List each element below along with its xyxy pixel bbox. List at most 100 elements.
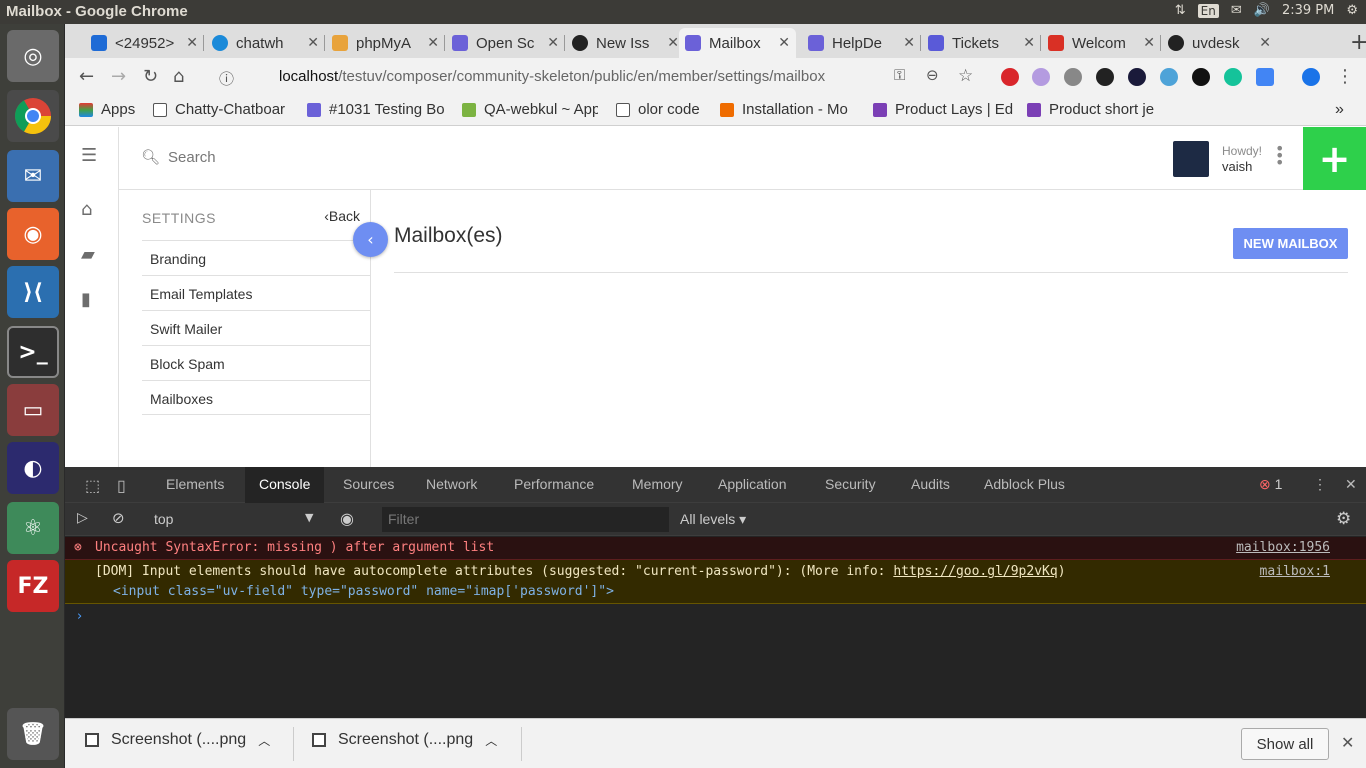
close-tab-icon[interactable]: ✕ (547, 34, 559, 51)
bookmark-item[interactable]: Installation - Mo (720, 101, 860, 118)
sync-extension-icon[interactable] (1064, 68, 1082, 86)
feather-extension-icon[interactable] (1032, 68, 1050, 86)
flame-extension-icon[interactable] (1192, 68, 1210, 86)
close-tab-icon[interactable]: ✕ (1259, 34, 1271, 51)
bookmark-item[interactable]: Product Lays | Ed (873, 101, 1013, 118)
settings-item-mailboxes[interactable]: Mailboxes (142, 380, 370, 415)
tickets-chat-icon[interactable]: ▰ (81, 244, 95, 265)
adblock-extension-icon[interactable] (1001, 68, 1019, 86)
browser-tab[interactable]: New Iss ✕ (566, 28, 685, 58)
tab-console[interactable]: Console (245, 467, 325, 503)
add-button[interactable]: + (1303, 127, 1366, 190)
atom-icon[interactable]: ⚛ (7, 502, 59, 554)
back-link[interactable]: ‹Back (324, 208, 360, 224)
eclipse-icon[interactable]: ◐ (7, 442, 59, 494)
reload-icon[interactable]: ↻ (143, 66, 158, 87)
home-icon[interactable]: ⌂ (173, 66, 184, 87)
bookmarks-overflow-icon[interactable]: » (1335, 101, 1344, 119)
trash-icon[interactable]: 🗑 (7, 708, 59, 760)
bookmark-item[interactable]: Chatty-Chatboar (153, 101, 291, 118)
collapse-panel-chevron-icon[interactable]: ‹ (353, 222, 388, 257)
vscode-icon[interactable]: ⟩⟨ (7, 266, 59, 318)
colorpick-extension-icon[interactable] (1096, 68, 1114, 86)
user-menu-icon[interactable]: • • • (1275, 141, 1284, 171)
files-icon[interactable]: ▭ (7, 384, 59, 436)
download-options-chevron-icon[interactable]: ︿ (485, 732, 497, 749)
eye-extension-icon[interactable] (1128, 68, 1146, 86)
context-dropdown-chevron-icon[interactable]: ▼ (305, 511, 313, 524)
tab-adblock-plus[interactable]: Adblock Plus (970, 467, 1079, 503)
tab-sources[interactable]: Sources (329, 467, 408, 503)
download-item[interactable]: Screenshot (....png ︿ (85, 731, 270, 749)
site-info-icon[interactable]: ⓘ (219, 68, 234, 89)
warning-help-link[interactable]: https://goo.gl/9p2vKq (893, 564, 1057, 579)
browser-tab-active[interactable]: Mailbox ✕ (679, 28, 796, 58)
close-tab-icon[interactable]: ✕ (778, 34, 790, 51)
knowledgebase-icon[interactable]: ▮ (81, 289, 91, 310)
device-toolbar-icon[interactable]: ▯ (103, 467, 140, 503)
tab-network[interactable]: Network (412, 467, 491, 503)
close-tab-icon[interactable]: ✕ (903, 34, 915, 51)
close-tab-icon[interactable]: ✕ (307, 34, 319, 51)
keyboard-indicator[interactable]: En (1197, 3, 1219, 18)
close-tab-icon[interactable]: ✕ (1023, 34, 1035, 51)
clear-console-icon[interactable]: ⊘ (112, 509, 125, 527)
terminal-icon[interactable]: >_ (7, 326, 59, 378)
warning-code-snippet[interactable]: <input class="uv-field" type="password" … (113, 584, 614, 599)
forward-arrow-icon[interactable]: → (111, 66, 126, 87)
bookmark-item[interactable]: #1031 Testing Bo (307, 101, 447, 118)
close-tab-icon[interactable]: ✕ (186, 34, 198, 51)
settings-gear-icon[interactable]: ⚙ (1346, 3, 1358, 18)
key-icon[interactable]: ⚿ (894, 66, 905, 84)
tab-security[interactable]: Security (811, 467, 890, 503)
settings-item-email-templates[interactable]: Email Templates (142, 275, 370, 310)
tab-performance[interactable]: Performance (500, 467, 608, 503)
settings-item-branding[interactable]: Branding (142, 240, 370, 275)
profile-avatar-icon[interactable] (1302, 68, 1320, 86)
warning-source-link[interactable]: mailbox:1 (1260, 564, 1330, 579)
browser-tab[interactable]: chatwh ✕ (206, 28, 325, 58)
clock[interactable]: 2:39 PM (1282, 3, 1334, 18)
console-settings-gear-icon[interactable]: ⚙ (1336, 509, 1351, 529)
bookmark-item[interactable]: Product short je (1027, 101, 1167, 118)
volume-icon[interactable]: 🔊 (1254, 3, 1270, 18)
ufo-extension-icon[interactable] (1160, 68, 1178, 86)
error-count-badge[interactable]: ⊗ 1 (1245, 467, 1296, 503)
address-bar[interactable]: localhost/testuv/composer/community-skel… (279, 68, 825, 85)
download-options-chevron-icon[interactable]: ︿ (258, 732, 270, 749)
tab-elements[interactable]: Elements (152, 467, 238, 503)
avatar[interactable] (1173, 141, 1209, 177)
filter-input[interactable]: Filter (382, 507, 669, 532)
browser-tab[interactable]: phpMyA ✕ (326, 28, 445, 58)
console-prompt-chevron-icon[interactable]: › (77, 609, 82, 624)
back-arrow-icon[interactable]: ← (79, 66, 94, 87)
close-tab-icon[interactable]: ✕ (667, 34, 679, 51)
bookmark-item[interactable]: QA-webkul ~ App (462, 101, 598, 118)
browser-tab[interactable]: HelpDe ✕ (802, 28, 921, 58)
zoom-icon[interactable]: ⊖ (926, 66, 939, 84)
error-source-link[interactable]: mailbox:1956 (1236, 540, 1330, 555)
bookmark-item[interactable]: olor code (616, 101, 716, 118)
tab-memory[interactable]: Memory (618, 467, 697, 503)
sidebar-toggle-icon[interactable]: ▷ (77, 510, 88, 526)
close-devtools-icon[interactable]: ✕ (1331, 467, 1366, 503)
filezilla-icon[interactable]: FZ (7, 560, 59, 612)
close-tab-icon[interactable]: ✕ (1143, 34, 1155, 51)
translate-extension-icon[interactable] (1256, 68, 1274, 86)
close-downloads-icon[interactable]: ✕ (1341, 733, 1354, 752)
download-item[interactable]: Screenshot (....png ︿ (312, 731, 497, 749)
browser-tab[interactable]: Open Sc ✕ (446, 28, 565, 58)
browser-tab[interactable]: Tickets ✕ (922, 28, 1041, 58)
chrome-launcher-icon[interactable] (7, 90, 59, 142)
tab-audits[interactable]: Audits (897, 467, 964, 503)
settings-item-swift-mailer[interactable]: Swift Mailer (142, 310, 370, 345)
new-mailbox-button[interactable]: NEW MAILBOX (1233, 228, 1348, 259)
settings-item-block-spam[interactable]: Block Spam (142, 345, 370, 380)
browser-tab[interactable]: Welcom ✕ (1042, 28, 1161, 58)
browser-tab[interactable]: uvdesk ✕ (1162, 28, 1277, 58)
bookmark-star-icon[interactable]: ☆ (958, 66, 973, 86)
live-expression-eye-icon[interactable]: ◉ (340, 509, 354, 528)
log-levels-dropdown[interactable]: All levels ▾ (680, 511, 746, 528)
new-tab-plus-icon[interactable]: + (1350, 30, 1366, 55)
grammarly-extension-icon[interactable] (1224, 68, 1242, 86)
